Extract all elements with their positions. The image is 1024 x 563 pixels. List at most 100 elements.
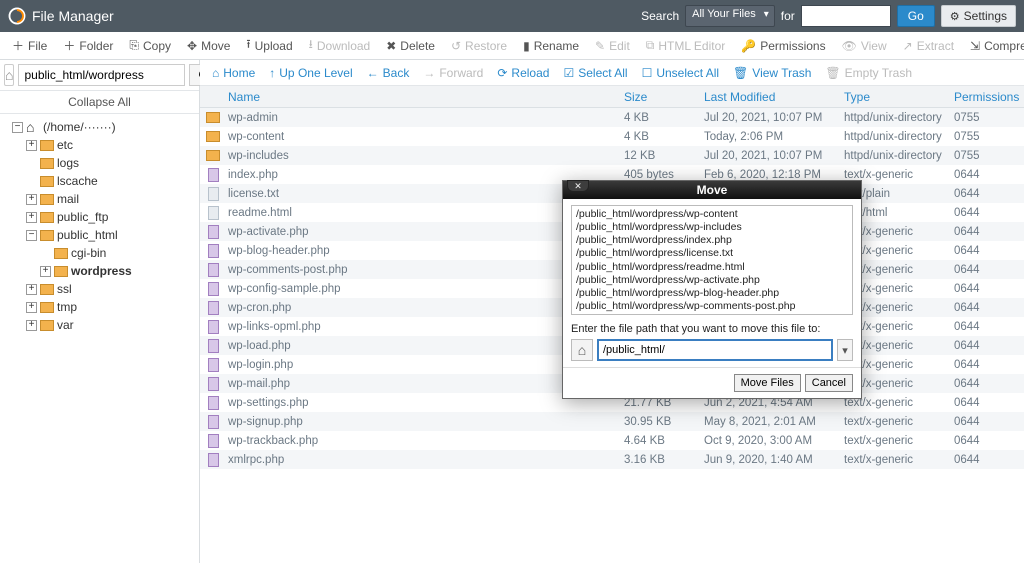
action-forward: →Forward (419, 66, 487, 80)
tree-toggle-icon[interactable]: + (26, 212, 37, 223)
php-file-icon (208, 263, 219, 277)
file-perm: 0644 (954, 397, 1024, 409)
dialog-titlebar[interactable]: ✕ Move (563, 181, 861, 199)
action-unselect-all[interactable]: ☐Unselect All (638, 66, 723, 80)
action-select-all[interactable]: ☑Select All (559, 66, 631, 80)
file-size: 405 bytes (624, 169, 704, 181)
collapse-all-button[interactable]: Collapse All (0, 91, 199, 114)
tree-label: etc (57, 138, 73, 152)
toolbar-delete[interactable]: ✖Delete (380, 32, 441, 59)
folder-icon (40, 230, 54, 241)
tree-node-cgi-bin[interactable]: cgi-bin (4, 244, 199, 262)
tree-toggle-icon[interactable]: + (26, 320, 37, 331)
tree-label: public_html (57, 228, 118, 242)
col-perm[interactable]: Permissions (954, 90, 1024, 104)
tree-node--home-[interactable]: −(/home/·······) (4, 118, 199, 136)
dialog-title: Move (567, 183, 857, 197)
action-back[interactable]: ←Back (363, 66, 414, 80)
search-filter-select[interactable]: All Your Files (685, 5, 775, 27)
col-name[interactable]: Name (226, 90, 624, 104)
tree-label: var (57, 318, 74, 332)
toolbar-copy[interactable]: ⎘Copy (123, 32, 177, 59)
move-files-button[interactable]: Move Files (734, 374, 801, 392)
php-file-icon (208, 396, 219, 410)
file-name: wp-admin (226, 112, 624, 124)
file-perm: 0644 (954, 416, 1024, 428)
toolbar-folder[interactable]: ＋Folder (57, 32, 119, 59)
toolbar-move[interactable]: ✥Move (181, 32, 236, 59)
tree-toggle-icon[interactable]: + (26, 194, 37, 205)
path-input[interactable] (18, 64, 185, 86)
tree-toggle-icon[interactable]: + (26, 302, 37, 313)
move-list-item: /public_html/wordpress/wp-config-sample.… (576, 313, 848, 315)
tree-node-public-html[interactable]: − public_html (4, 226, 199, 244)
tree-node-ssl[interactable]: +ssl (4, 280, 199, 298)
file-row[interactable]: wp-includes12 KBJul 20, 2021, 10:07 PMht… (200, 146, 1024, 165)
chevron-down-icon[interactable]: ▾ (837, 339, 853, 361)
toolbar-upload[interactable]: ⭱Upload (240, 32, 298, 59)
file-modified: Today, 2:06 PM (704, 131, 844, 143)
tree-node-etc[interactable]: + etc (4, 136, 199, 154)
file-row[interactable]: wp-trackback.php4.64 KBOct 9, 2020, 3:00… (200, 431, 1024, 450)
toolbar-compress[interactable]: ⇲Compress (964, 32, 1024, 59)
tree-node-logs[interactable]: logs (4, 154, 199, 172)
toolbar-icon: ⭱ (246, 35, 250, 56)
php-file-icon (208, 244, 219, 258)
tree-node-var[interactable]: + var (4, 316, 199, 334)
col-type[interactable]: Type (844, 90, 954, 104)
file-size: 30.95 KB (624, 416, 704, 428)
file-perm: 0644 (954, 454, 1024, 466)
file-name: wp-trackback.php (226, 435, 624, 447)
move-dialog: ✕ Move /public_html/wordpress/wp-content… (562, 180, 862, 399)
search-input[interactable] (801, 5, 891, 27)
toolbar-html-editor: ⧉HTML Editor (640, 32, 731, 59)
toolbar-icon: ✖ (386, 39, 396, 53)
file-icon (208, 187, 219, 201)
move-path-input[interactable] (597, 339, 833, 361)
settings-button[interactable]: Settings (941, 5, 1016, 27)
action-view-trash[interactable]: 🗑View Trash (729, 66, 815, 80)
toolbar-permissions[interactable]: 🔑Permissions (735, 32, 831, 59)
php-file-icon (208, 301, 219, 315)
toolbar-extract: ↗Extract (897, 32, 960, 59)
file-row[interactable]: wp-content4 KBToday, 2:06 PMhttpd/unix-d… (200, 127, 1024, 146)
tree-toggle-icon[interactable]: − (26, 230, 37, 241)
file-modified: Jul 20, 2021, 10:07 PM (704, 112, 844, 124)
tree-node-wordpress[interactable]: +wordpress (4, 262, 199, 280)
tree-toggle-icon[interactable]: + (26, 140, 37, 151)
tree-node-lscache[interactable]: lscache (4, 172, 199, 190)
toolbar-icon: ✎ (595, 39, 605, 53)
tree-toggle-icon[interactable]: + (26, 284, 37, 295)
search-label: Search (641, 9, 679, 23)
file-row[interactable]: xmlrpc.php3.16 KBJun 9, 2020, 1:40 AMtex… (200, 450, 1024, 469)
tree-toggle-icon[interactable]: + (40, 266, 51, 277)
php-file-icon (208, 434, 219, 448)
home-icon[interactable] (571, 339, 593, 361)
action-home[interactable]: ⌂Home (208, 66, 259, 80)
toolbar-file[interactable]: ＋File (6, 32, 53, 59)
move-file-list[interactable]: /public_html/wordpress/wp-content/public… (571, 205, 853, 315)
home-icon[interactable] (4, 64, 14, 86)
tree-node-mail[interactable]: +mail (4, 190, 199, 208)
cancel-button[interactable]: Cancel (805, 374, 853, 392)
folder-icon (40, 194, 54, 205)
file-row[interactable]: wp-signup.php30.95 KBMay 8, 2021, 2:01 A… (200, 412, 1024, 431)
file-row[interactable]: wp-admin4 KBJul 20, 2021, 10:07 PMhttpd/… (200, 108, 1024, 127)
close-icon[interactable]: ✕ (567, 180, 589, 192)
file-perm: 0644 (954, 226, 1024, 238)
file-size: 4.64 KB (624, 435, 704, 447)
toolbar-view: 👁View (836, 32, 893, 59)
tree-node-public-ftp[interactable]: +public_ftp (4, 208, 199, 226)
file-perm: 0644 (954, 245, 1024, 257)
tree-toggle-icon (26, 158, 37, 169)
file-modified: Jun 9, 2020, 1:40 AM (704, 454, 844, 466)
action-up-one-level[interactable]: ↑Up One Level (265, 66, 356, 80)
move-list-item: /public_html/wordpress/license.txt (576, 247, 848, 260)
toolbar-rename[interactable]: ▮Rename (517, 32, 585, 59)
tree-node-tmp[interactable]: +tmp (4, 298, 199, 316)
action-reload[interactable]: ⟳Reload (493, 66, 553, 80)
tree-toggle-icon[interactable]: − (12, 122, 23, 133)
col-size[interactable]: Size (624, 90, 704, 104)
col-modified[interactable]: Last Modified (704, 90, 844, 104)
search-go-button[interactable]: Go (897, 5, 935, 27)
